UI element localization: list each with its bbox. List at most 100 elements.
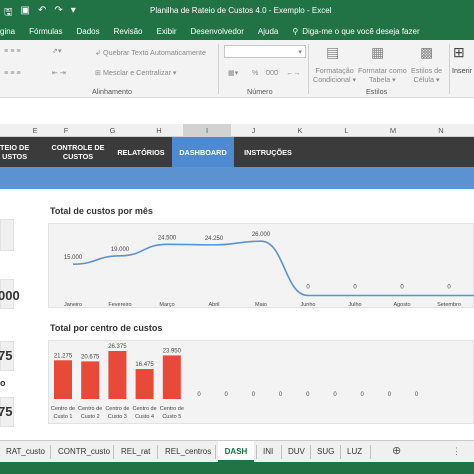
conditional-format-button[interactable]: Formatação Condicional ▾: [313, 66, 356, 84]
tab-review[interactable]: Revisão: [114, 27, 143, 36]
sheet-tab-duv[interactable]: DUV: [288, 447, 305, 456]
x-tick-label: Custo 1: [54, 414, 73, 420]
ribbon-tabs: gina Fórmulas Dados Revisão Exibir Desen…: [0, 22, 474, 40]
bar: [135, 369, 154, 399]
sheet-tab-rat-custo[interactable]: RAT_custo: [6, 447, 45, 456]
tab-help[interactable]: Ajuda: [258, 27, 278, 36]
customize-icon[interactable]: ▾: [71, 5, 76, 22]
line-chart: 15.000 Janeiro 19.000 Fevereiro 24.500 Março 2…: [48, 223, 474, 308]
data-label: 16.475: [135, 362, 154, 368]
data-label: 0: [197, 392, 201, 398]
nav-dashboard[interactable]: DASHBOARD: [172, 137, 234, 167]
data-label: 15.000: [64, 255, 83, 261]
x-tick-label: Julho: [348, 302, 361, 308]
x-tick-label: Abril: [208, 302, 219, 308]
column-header-e[interactable]: E: [28, 126, 42, 135]
thousands-button[interactable]: 000: [266, 68, 278, 77]
separator: [218, 44, 219, 94]
indent-icon[interactable]: ⇤ ⇥: [52, 68, 66, 77]
insert-button[interactable]: Inserir: [452, 66, 472, 75]
x-tick-label: Custo 5: [162, 414, 181, 420]
add-sheet-icon[interactable]: ⊕: [392, 444, 401, 457]
undo-icon[interactable]: ↶: [38, 5, 46, 22]
separator: [308, 44, 309, 94]
data-label: 20.675: [81, 354, 100, 360]
format-table-icon: ▦: [371, 44, 385, 60]
separator: [449, 44, 450, 94]
bar: [108, 351, 127, 399]
x-tick-label: Custo 2: [81, 414, 100, 420]
data-label: 21.275: [54, 353, 73, 359]
format-as-table-button[interactable]: Formatar como Tabela ▾: [358, 66, 407, 84]
camera-icon[interactable]: ▣: [21, 5, 30, 22]
tab-divider: [256, 445, 257, 459]
column-header-g[interactable]: G: [90, 126, 135, 135]
sheet-tab-rel-centros[interactable]: REL_centros: [165, 447, 211, 456]
wrap-text-button[interactable]: ↲ Quebrar Texto Automaticamente: [95, 48, 206, 57]
window-title: Planilha de Rateio de Custos 4.0 - Exemp…: [150, 6, 332, 15]
tab-developer[interactable]: Desenvolvedor: [191, 27, 244, 36]
x-tick-label: Centro de: [160, 406, 184, 412]
column-header-j[interactable]: J: [231, 126, 276, 135]
nav-controle-custos[interactable]: CONTROLE DE CUSTOS: [48, 137, 108, 167]
tab-divider: [340, 445, 341, 459]
x-tick-label: Custo 3: [108, 414, 127, 420]
tell-me-search[interactable]: Diga-me o que você deseja fazer: [302, 27, 419, 36]
column-header-m[interactable]: M: [369, 126, 417, 135]
sheet-tab-sug[interactable]: SUG: [317, 447, 334, 456]
align-left-icon[interactable]: ≡ ≡ ≡: [4, 68, 21, 77]
bar-chart-title: Total por centro de custos: [50, 323, 163, 333]
column-header-n[interactable]: N: [417, 126, 465, 135]
column-header-h[interactable]: H: [135, 126, 183, 135]
nav-rateio-custos[interactable]: TEIO DE USTOS: [0, 137, 40, 167]
scroll-options-icon[interactable]: ⋮: [452, 446, 461, 457]
number-format-select[interactable]: ▾: [224, 45, 306, 58]
sheet-tab-rel-rat[interactable]: REL_rat: [121, 447, 150, 456]
column-header-f[interactable]: F: [42, 126, 90, 135]
column-header-l[interactable]: L: [324, 126, 369, 135]
lightbulb-icon: ⚲: [292, 26, 299, 36]
merge-center-button[interactable]: ⊞ Mesclar e Centralizar ▾: [95, 68, 177, 77]
data-label: 0: [388, 392, 392, 398]
tab-divider: [310, 445, 311, 459]
currency-icon[interactable]: ▦▾: [228, 68, 238, 77]
ribbon: ≡ ≡ ≡ ⇗▾ ≡ ≡ ≡ ⇤ ⇥ ↲ Quebrar Texto Autom…: [0, 40, 474, 98]
data-label: 0: [353, 284, 357, 290]
x-tick-label: Centro de: [133, 406, 157, 412]
data-label: 26.000: [252, 232, 271, 238]
tab-view[interactable]: Exibir: [157, 27, 177, 36]
sheet-tab-dash[interactable]: DASH: [218, 441, 254, 462]
header-band: [0, 167, 474, 189]
tab-divider: [50, 445, 51, 459]
sheet-tab-ini[interactable]: INI: [263, 447, 273, 456]
line-chart-svg: 15.000 Janeiro 19.000 Fevereiro 24.500 Março 2…: [64, 232, 474, 308]
redo-icon[interactable]: ↷: [54, 5, 62, 22]
dashboard-sheet: 000 75 o 75 Total de custos por mês 15.0…: [0, 189, 474, 440]
percent-button[interactable]: %: [252, 68, 258, 77]
column-header-k[interactable]: K: [276, 126, 324, 135]
data-label: 0: [306, 392, 310, 398]
align-top-icon[interactable]: ≡ ≡ ≡: [4, 46, 21, 55]
cell-styles-button[interactable]: Estilos de Célula ▾: [411, 66, 442, 84]
tab-formulas[interactable]: Fórmulas: [29, 27, 62, 36]
column-header-i[interactable]: I: [183, 124, 231, 137]
bar: [162, 355, 181, 399]
x-tick-label: Centro de: [105, 406, 129, 412]
tab-page-layout[interactable]: gina: [0, 27, 15, 36]
orientation-icon[interactable]: ⇗▾: [52, 46, 62, 55]
nav-instrucoes[interactable]: INSTRUÇÕES: [238, 137, 298, 167]
data-label: 19.000: [111, 247, 130, 253]
save-icon[interactable]: 🖫: [4, 5, 13, 22]
kpi-card-4: 75: [0, 397, 14, 427]
sheet-tab-contr-custo[interactable]: CONTR_custo: [58, 447, 110, 456]
nav-relatorios[interactable]: RELATÓRIOS: [112, 137, 170, 167]
sheet-tab-luz[interactable]: LUZ: [347, 447, 362, 456]
data-label: 0: [279, 392, 283, 398]
styles-group-label: Estilos: [366, 87, 388, 96]
tab-data[interactable]: Dados: [76, 27, 99, 36]
data-label: 0: [447, 284, 451, 290]
decimal-icon[interactable]: ←→: [286, 68, 300, 77]
data-label: 24.250: [205, 236, 224, 242]
line-series: [72, 240, 474, 297]
kpi-value: 75: [0, 404, 13, 419]
